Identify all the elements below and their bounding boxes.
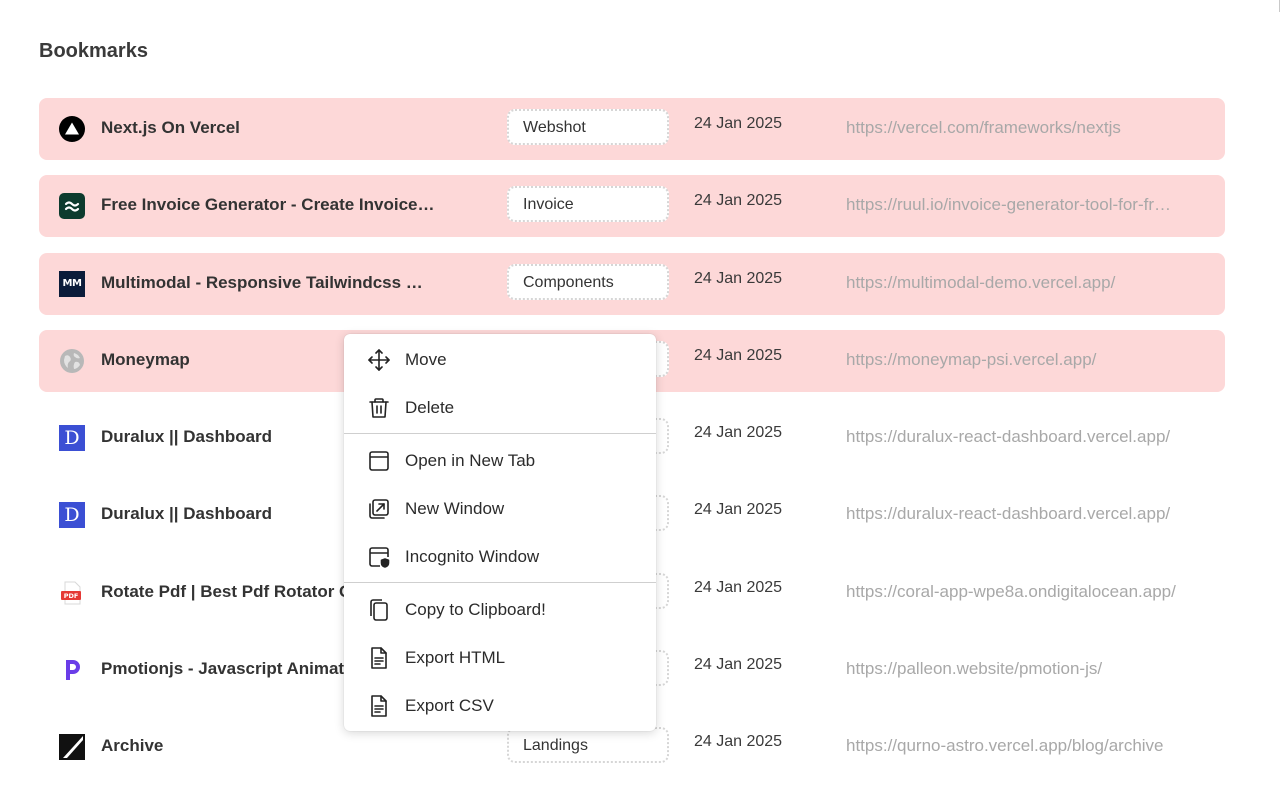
svg-text:PDF: PDF: [64, 592, 79, 600]
pmotion-icon: [59, 657, 85, 683]
ruul-icon: [59, 193, 85, 220]
menu-item-label: New Window: [405, 498, 505, 518]
bookmark-date: 24 Jan 2025: [694, 733, 783, 751]
menu-item-export-csv[interactable]: Export CSV: [344, 682, 656, 730]
bookmark-date: 24 Jan 2025: [694, 578, 783, 596]
bookmark-date: 24 Jan 2025: [694, 501, 783, 519]
bookmark-tag[interactable]: Webshot: [507, 109, 669, 145]
menu-item-export-html[interactable]: Export HTML: [344, 634, 656, 682]
bookmark-url[interactable]: https://palleon.website/pmotion-js/: [846, 659, 1176, 679]
bookmark-date: 24 Jan 2025: [694, 346, 783, 364]
page-title: Bookmarks: [39, 40, 148, 62]
menu-item-delete[interactable]: Delete: [344, 384, 656, 432]
menu-divider: [344, 582, 656, 584]
multimodal-icon: MM: [59, 270, 85, 297]
bookmark-date: 24 Jan 2025: [694, 192, 783, 210]
duralux-icon: D: [59, 425, 85, 452]
menu-item-label: Open in New Tab: [405, 451, 536, 471]
bookmark-date: 24 Jan 2025: [694, 269, 783, 287]
move-icon: [368, 349, 390, 371]
bookmark-tag[interactable]: Invoice: [507, 186, 669, 223]
menu-item-label: Export CSV: [405, 695, 494, 715]
menu-divider: [344, 433, 656, 435]
document-icon: [371, 647, 387, 669]
bookmark-row[interactable]: Next.js On Vercel Webshot 24 Jan 2025 ht…: [39, 98, 1225, 160]
menu-item-move[interactable]: Move: [344, 336, 656, 384]
globe-icon: [59, 348, 85, 374]
bookmark-tag[interactable]: Landings: [507, 727, 669, 764]
menu-item-open-new-tab[interactable]: Open in New Tab: [344, 437, 656, 485]
menu-item-label: Move: [405, 349, 447, 369]
bookmark-title[interactable]: Next.js On Vercel: [101, 118, 436, 138]
bookmark-date: 24 Jan 2025: [694, 115, 783, 132]
menu-item-label: Delete: [405, 397, 455, 417]
bookmark-url[interactable]: https://qurno-astro.vercel.app/blog/arch…: [846, 736, 1176, 756]
menu-item-new-window[interactable]: New Window: [344, 485, 656, 533]
pdf-icon: PDF: [59, 580, 85, 606]
bookmark-row[interactable]: Free Invoice Generator - Create Invoices…: [39, 175, 1225, 238]
bookmark-date: 24 Jan 2025: [694, 656, 783, 674]
bookmark-url[interactable]: https://moneymap-psi.vercel.app/: [846, 350, 1176, 370]
document-icon: [371, 694, 387, 717]
bookmark-url[interactable]: https://multimodal-demo.vercel.app/: [846, 273, 1176, 293]
bookmark-url[interactable]: https://duralux-react-dashboard.vercel.a…: [846, 504, 1176, 524]
trash-icon: [369, 397, 389, 418]
new-window-icon: [369, 499, 389, 519]
menu-item-label: Export HTML: [405, 647, 506, 667]
bookmark-url[interactable]: https://ruul.io/invoice-generator-tool-f…: [846, 195, 1176, 215]
duralux-icon: D: [59, 502, 85, 529]
menu-item-label: Copy to Clipboard!: [405, 600, 546, 620]
bookmark-url[interactable]: https://vercel.com/frameworks/nextjs: [846, 118, 1176, 138]
incognito-window-icon: [369, 546, 390, 568]
menu-item-copy-clipboard[interactable]: Copy to Clipboard!: [344, 586, 656, 634]
bookmark-url[interactable]: https://coral-app-wpe8a.ondigitalocean.a…: [846, 582, 1176, 602]
new-tab-icon: [369, 451, 389, 472]
bookmark-row[interactable]: MM Multimodal - Responsive Tailwindcss M…: [39, 252, 1225, 315]
menu-item-label: Incognito Window: [405, 546, 540, 566]
bookmark-title[interactable]: Archive: [101, 736, 436, 756]
menu-item-incognito-window[interactable]: Incognito Window: [344, 533, 656, 581]
context-menu: Move Delete Open in New Tab New Window I…: [344, 334, 656, 731]
bookmark-title[interactable]: Multimodal - Responsive Tailwindcss Moda…: [101, 273, 436, 293]
copy-icon: [370, 599, 388, 622]
bookmark-url[interactable]: https://duralux-react-dashboard.vercel.a…: [846, 427, 1176, 447]
bookmark-date: 24 Jan 2025: [694, 424, 783, 442]
archive-icon: [59, 734, 85, 761]
bookmark-tag[interactable]: Components: [507, 263, 669, 300]
bookmark-title[interactable]: Free Invoice Generator - Create Invoices…: [101, 195, 436, 215]
vercel-icon: [59, 116, 85, 142]
